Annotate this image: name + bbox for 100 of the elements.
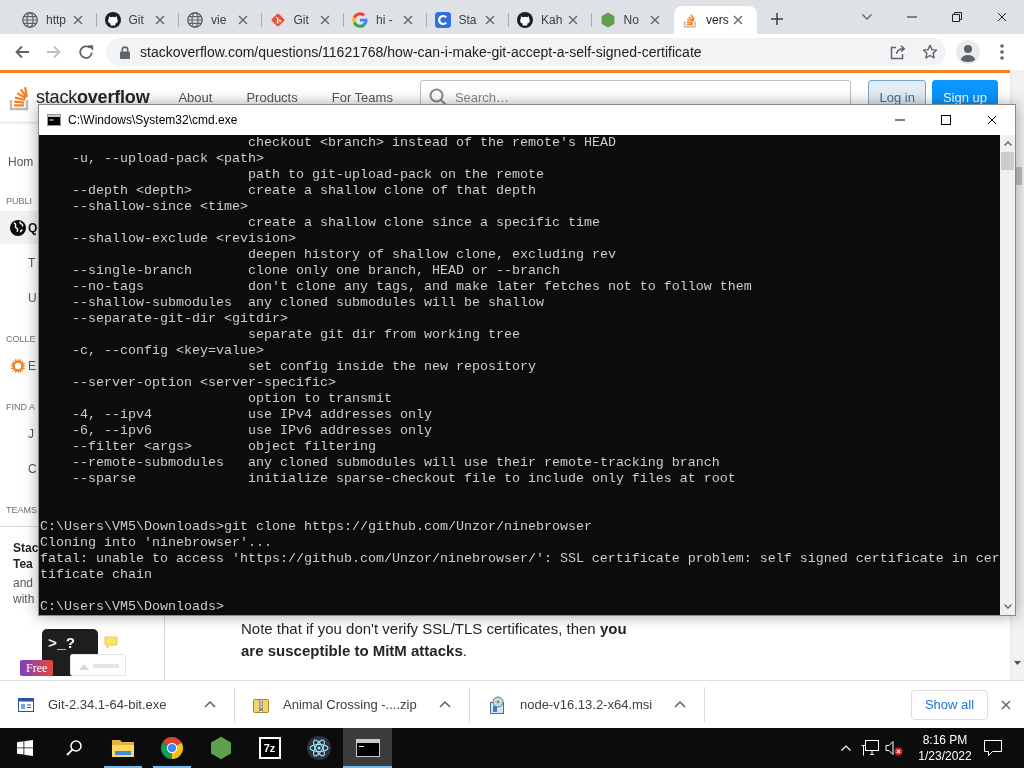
avatar-icon[interactable] [956, 40, 980, 64]
cat-silhouette-icon [517, 12, 533, 28]
sidebar-link[interactable]: T [0, 246, 36, 279]
cat-silhouette-icon [104, 12, 121, 28]
promo-text: and with [13, 574, 35, 607]
caret-up-icon[interactable] [674, 701, 686, 708]
browser-tab[interactable]: vers [674, 6, 757, 34]
console-line: deepen history of shallow clone, excluding rev [248, 247, 616, 262]
free-badge: Free [20, 660, 54, 676]
atom-icon [306, 736, 331, 760]
console-line: fatal: unable to access 'https://github.com/Unzor/ninebrowser/': SSL certificate problem: self signed certificate in cer [40, 551, 1000, 566]
sidebar-link[interactable]: E [0, 349, 36, 382]
section-heading: TEAMS [6, 504, 37, 517]
globe-icon [22, 12, 38, 28]
console-line: -c, --config <key=value> [72, 343, 264, 358]
answer-text: Note that if you don't verify SSL/TLS certificates, then you are susceptible to MitM attacks. [241, 619, 628, 661]
promo-title: Stac Tea [13, 540, 39, 572]
window-icon [18, 697, 34, 712]
download-item[interactable]: Git-2.34.1-64-bit.exe [0, 686, 235, 723]
show-all-button[interactable]: Show all [911, 689, 988, 720]
share-icon[interactable] [890, 44, 906, 60]
logo-link[interactable]: stackoverflow [8, 84, 150, 111]
console-line: -u, --upload-pack <path> [72, 151, 264, 166]
browser-tab[interactable]: Git [96, 6, 179, 34]
console-line: --separate-git-dir <gitdir> [72, 311, 288, 326]
browser-tab[interactable]: http [14, 6, 97, 34]
tray-with-bars-icon [682, 12, 698, 28]
caret-down-icon[interactable] [1003, 604, 1012, 609]
console-line: C:\Users\VM5\Downloads> [40, 599, 224, 614]
caret-up-icon[interactable] [439, 701, 451, 708]
console-line: checkout <branch> instead of the remote's HEAD [248, 135, 616, 150]
browser-tab[interactable]: Sta [426, 6, 509, 34]
hexagon-icon [599, 12, 616, 28]
reload-icon[interactable] [78, 44, 94, 60]
console-icon [47, 114, 61, 126]
maximize-icon[interactable] [941, 115, 951, 125]
starburst-icon [10, 357, 26, 374]
section-heading: PUBLI [6, 195, 32, 208]
minimize-icon[interactable] [906, 16, 917, 18]
zipper-folder-icon [253, 696, 269, 713]
console-line: --filter <args> object filtering [72, 439, 376, 454]
lock-icon[interactable] [120, 45, 130, 59]
address-bar[interactable]: stackoverflow.com/questions/11621768/how-can-i-make-git-accept-a-self-signed-certificate [106, 38, 946, 66]
globe-icon [187, 12, 203, 28]
scrollbar-thumb[interactable] [1001, 152, 1014, 170]
section-heading: COLLE [6, 333, 36, 346]
browser-tab[interactable]: hi - [344, 6, 427, 34]
speech-bubble-icon [104, 636, 118, 649]
arrow-left-icon[interactable] [14, 44, 30, 60]
sidebar-link[interactable]: J [0, 417, 34, 450]
clock-time: 8:16 PM [922, 732, 968, 748]
speaker-muted-icon[interactable] [885, 740, 903, 756]
console-icon [355, 739, 380, 757]
notification-icon[interactable] [984, 740, 1002, 756]
console-line: set config inside the new repository [248, 359, 536, 374]
browser-tab[interactable]: Git [261, 6, 344, 34]
download-item[interactable]: Animal Crossing -....zip [235, 686, 470, 723]
close-icon[interactable] [1001, 699, 1011, 710]
close-icon[interactable] [996, 12, 1007, 22]
ring-tile-icon [434, 12, 451, 28]
console-line: tificate chain [40, 567, 152, 582]
sidebar-link[interactable]: U [0, 281, 37, 314]
browser-tab[interactable]: vie [179, 6, 262, 34]
console-line: Cloning into 'ninebrowser'... [40, 535, 272, 550]
console-line: path to git-upload-pack on the remote [248, 167, 544, 182]
card-icon [70, 654, 126, 676]
browser-tab[interactable]: Kah [509, 6, 592, 34]
console-line: -4, --ipv4 use IPv4 addresses only [72, 407, 432, 422]
chevron-down-icon[interactable] [861, 14, 872, 20]
console-scrollbar[interactable] [1000, 135, 1015, 615]
star-icon[interactable] [922, 44, 938, 60]
taskbar-button[interactable] [343, 728, 392, 768]
taskbar-button[interactable]: 7z [245, 728, 294, 768]
search-icon[interactable] [65, 740, 82, 756]
hexagon-icon [209, 736, 232, 760]
console-line: --shallow-submodules any cloned submodules will be shallow [72, 295, 544, 310]
kebab-menu-icon[interactable] [1000, 44, 1004, 60]
close-icon[interactable] [987, 115, 997, 125]
start-icon[interactable] [16, 740, 33, 756]
download-item[interactable]: node-v16.13.2-x64.msi [470, 686, 705, 723]
color-wheel-icon [159, 736, 184, 760]
network-monitor-icon[interactable] [861, 740, 879, 756]
sidebar-link[interactable]: Hom [0, 148, 34, 176]
console-line: --no-tags don't clone any tags, and make later fetches not to follow them [72, 279, 752, 294]
package-disc-icon [488, 695, 506, 714]
console-line: --shallow-exclude <revision> [72, 231, 296, 246]
console-line: --sparse initialize sparse-checkout file to include only files at root [72, 471, 736, 486]
restore-icon[interactable] [951, 12, 962, 22]
close-icon[interactable] [732, 15, 743, 25]
sidebar-link[interactable]: Q [0, 211, 38, 244]
console-line: --depth <depth> create a shallow clone of that depth [72, 183, 536, 198]
caret-up-icon[interactable] [204, 701, 216, 708]
caret-down-icon[interactable] [1014, 661, 1021, 665]
tray-with-bars-icon [8, 84, 30, 111]
clock-date: 1/23/2022 [918, 748, 972, 764]
window-title: C:\Windows\System32\cmd.exe [68, 112, 238, 129]
browser-tab[interactable]: No [591, 6, 674, 34]
console-line: option to transmit [248, 391, 392, 406]
plus-icon[interactable] [770, 13, 783, 25]
sidebar-link[interactable]: C [0, 452, 37, 485]
